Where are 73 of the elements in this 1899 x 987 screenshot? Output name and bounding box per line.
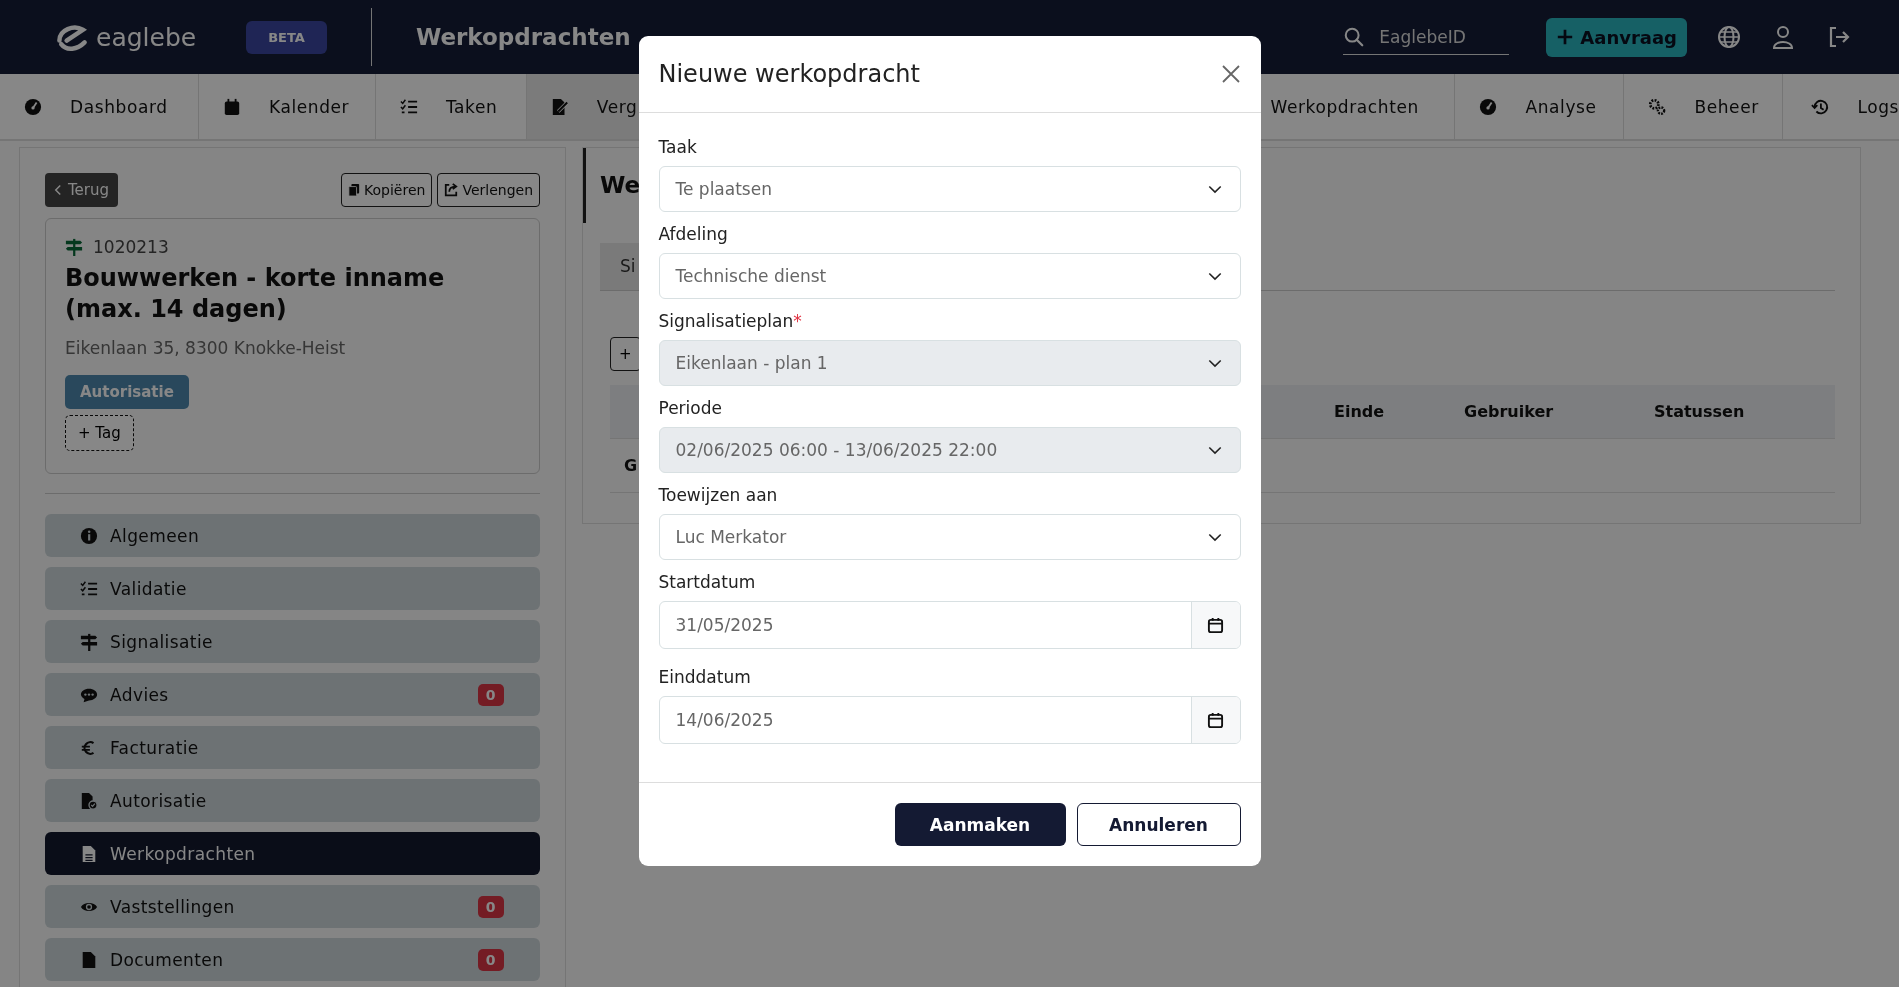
calendar-button[interactable]	[1190, 602, 1240, 648]
cancel-button[interactable]: Annuleren	[1076, 803, 1241, 846]
page-title: Werkopdrachten	[415, 24, 631, 50]
close-icon[interactable]	[1220, 64, 1241, 84]
permit-number: 1020213	[93, 237, 169, 257]
count-badge: 0	[477, 683, 504, 706]
table-cell-text: G	[623, 456, 639, 475]
gauge-icon	[24, 97, 42, 116]
tag: Autorisatie	[65, 375, 189, 409]
column-header: Einde	[1333, 402, 1386, 421]
dialog-title: Nieuwe werkopdracht	[658, 60, 920, 88]
dropdown-field[interactable]: Technische dienst	[658, 253, 1241, 299]
calendar-button[interactable]	[1190, 697, 1240, 743]
plus-icon	[1556, 28, 1575, 46]
gauge-icon	[1479, 97, 1498, 116]
chevron-down-icon	[1207, 358, 1222, 368]
chevron-down-icon	[1207, 445, 1222, 455]
chevron-left-icon	[54, 184, 62, 196]
eaglebe-logo: eaglebe	[54, 22, 197, 52]
file-check-icon	[80, 791, 98, 810]
logout-icon[interactable]	[1827, 25, 1851, 49]
user-icon[interactable]	[1771, 25, 1795, 49]
gears-icon	[1648, 97, 1667, 116]
beta-badge: BETA	[246, 20, 327, 54]
globe-icon[interactable]	[1717, 25, 1741, 49]
dropdown-field[interactable]: Luc Merkator	[658, 514, 1241, 560]
sidebar-item[interactable]: Algemeen	[45, 514, 540, 557]
permit-title: Bouwwerken - korte inname (max. 14 dagen)	[65, 263, 446, 325]
field-label: Periode	[658, 398, 723, 418]
sidebar-item[interactable]: Advies 0	[45, 673, 540, 716]
sidebar-item[interactable]: Autorisatie	[45, 779, 540, 822]
calendar-icon	[1207, 616, 1224, 634]
back-button[interactable]: Terug	[45, 173, 119, 207]
search-input[interactable]: EaglebeID	[1377, 25, 1502, 48]
sidebar-item[interactable]: Validatie	[45, 567, 540, 610]
add-tag-button[interactable]: + Tag	[65, 415, 134, 451]
checklist-icon	[80, 579, 98, 598]
copy-icon	[348, 183, 360, 197]
document-icon	[80, 844, 98, 863]
file-icon	[80, 950, 98, 969]
calendar-icon	[1207, 711, 1224, 729]
create-button[interactable]: Aanmaken	[894, 803, 1066, 846]
chevron-down-icon	[1207, 271, 1222, 281]
field-label: Afdeling	[658, 224, 729, 244]
address: Eikenlaan 35, 8300 Knokke-Heist	[65, 338, 346, 358]
add-button[interactable]: +	[610, 337, 641, 371]
signpost-icon	[65, 238, 83, 256]
chevron-down-icon	[1207, 532, 1222, 542]
history-icon	[1811, 97, 1830, 116]
chevron-down-icon	[1207, 184, 1222, 194]
sidebar-item[interactable]: Documenten 0	[45, 938, 540, 981]
column-header: Statussen	[1653, 402, 1745, 421]
field-label: Signalisatieplan*	[658, 311, 803, 331]
info-icon	[80, 526, 98, 545]
count-badge: 0	[477, 895, 504, 918]
sidebar-item[interactable]: Signalisatie	[45, 620, 540, 663]
field-label: Einddatum	[658, 667, 752, 687]
share-icon	[444, 183, 459, 197]
calendar-icon	[222, 97, 241, 116]
count-badge: 0	[477, 948, 504, 971]
signpost-icon	[80, 632, 98, 651]
extend-button[interactable]: Verlengen	[437, 173, 540, 207]
sidebar-item[interactable]: Vaststellingen 0	[45, 885, 540, 928]
column-header: Gebruiker	[1463, 402, 1555, 421]
search-icon	[1343, 25, 1366, 48]
dropdown-field[interactable]: Te plaatsen	[658, 166, 1241, 212]
file-pen-icon	[550, 97, 569, 116]
sidebar-item[interactable]: Werkopdrachten	[45, 832, 540, 875]
sidebar-item[interactable]: Facturatie	[45, 726, 540, 769]
copy-button[interactable]: Kopiëren	[341, 173, 433, 207]
field-label: Startdatum	[658, 572, 757, 592]
field-label: Toewijzen aan	[658, 485, 779, 505]
checklist-icon	[399, 97, 418, 116]
